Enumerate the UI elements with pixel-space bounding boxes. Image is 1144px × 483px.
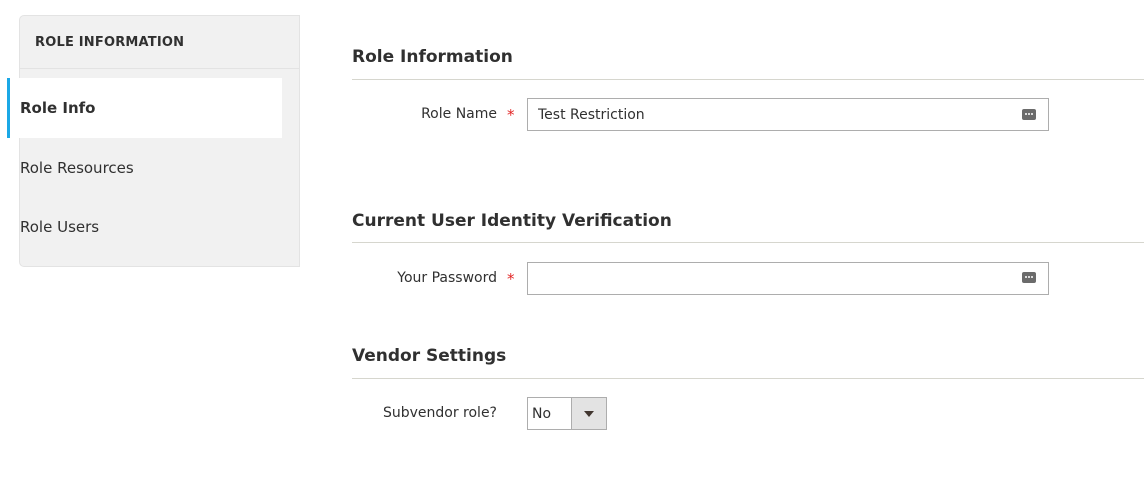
- role-name-input[interactable]: [527, 98, 1049, 131]
- chevron-down-icon: [584, 410, 594, 417]
- select-arrow-button[interactable]: [571, 398, 606, 429]
- password-label: Your Password: [397, 270, 497, 286]
- sidebar-item-role-users[interactable]: Role Users: [0, 198, 282, 256]
- subvendor-role-label: Subvendor role?: [382, 405, 497, 421]
- required-marker: *: [507, 106, 515, 124]
- section-title-role-information: Role Information: [352, 47, 513, 67]
- sidebar-title: ROLE INFORMATION: [20, 16, 299, 69]
- subvendor-role-select[interactable]: No: [527, 397, 607, 430]
- section-title-identity-verification: Current User Identity Verification: [352, 211, 672, 231]
- sidebar-item-label: Role Resources: [20, 159, 134, 177]
- sidebar-item-label: Role Users: [20, 218, 100, 236]
- password-manager-icon[interactable]: [1022, 109, 1036, 120]
- select-value: No: [532, 405, 552, 422]
- role-name-label: Role Name: [421, 106, 497, 122]
- password-input[interactable]: [527, 262, 1049, 295]
- section-divider: [352, 242, 1144, 243]
- required-marker: *: [507, 270, 515, 288]
- sidebar-item-role-resources[interactable]: Role Resources: [0, 138, 282, 198]
- sidebar-item-label: Role Info: [20, 99, 96, 117]
- section-divider: [352, 79, 1144, 80]
- password-manager-icon[interactable]: [1022, 272, 1036, 283]
- section-divider: [352, 378, 1144, 379]
- sidebar-item-role-info[interactable]: Role Info: [7, 78, 282, 138]
- section-title-vendor-settings: Vendor Settings: [352, 346, 507, 366]
